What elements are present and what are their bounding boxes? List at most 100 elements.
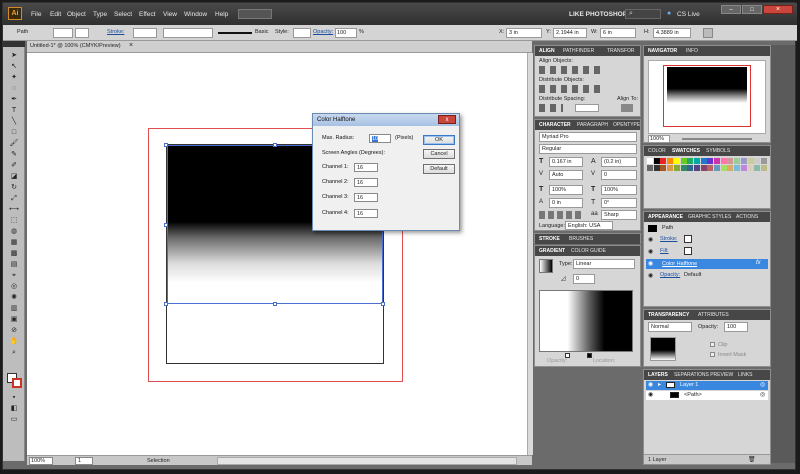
vertical-scale-field[interactable]: 100% — [549, 185, 583, 195]
close-tab-icon[interactable]: × — [129, 42, 133, 49]
swatch-grid[interactable] — [647, 158, 769, 200]
gradient-stop-right[interactable] — [587, 353, 592, 358]
color-swatch[interactable] — [673, 158, 680, 164]
paintbrush-icon[interactable]: 🖌 — [8, 139, 20, 149]
channel-4-input[interactable]: 16 — [354, 209, 378, 218]
rectangle-tool-icon[interactable]: □ — [8, 128, 20, 138]
tab-graphic-styles[interactable]: GRAPHIC STYLES — [688, 214, 731, 220]
tab-align[interactable]: ALIGN — [539, 48, 555, 54]
horizontal-scrollbar[interactable] — [217, 457, 517, 465]
character-rotation-field[interactable]: 0° — [601, 198, 637, 208]
type-tool-icon[interactable]: T — [8, 106, 20, 116]
color-swatch[interactable] — [680, 165, 687, 171]
selection-handle[interactable] — [381, 302, 385, 306]
line-tool-icon[interactable]: ╲ — [8, 117, 20, 127]
column-graph-icon[interactable]: ▥ — [8, 304, 20, 314]
color-swatch[interactable] — [700, 158, 707, 164]
baseline-shift-field[interactable]: 0 in — [549, 198, 583, 208]
menu-file[interactable]: File — [31, 11, 41, 18]
color-swatch[interactable] — [647, 158, 653, 164]
layer-name[interactable]: Layer 1 — [680, 382, 698, 388]
status-text[interactable]: Selection — [147, 458, 170, 464]
cs-live-button[interactable]: CS Live — [677, 11, 700, 18]
menu-object[interactable]: Object — [67, 11, 86, 18]
gradient-slider[interactable] — [539, 290, 633, 352]
variable-width-field[interactable] — [163, 28, 213, 38]
zoom-tool-icon[interactable]: ⌕ — [8, 348, 20, 358]
channel-1-input[interactable]: 16 — [354, 163, 378, 172]
gradient-preview[interactable] — [539, 259, 553, 273]
stroke-swatch[interactable] — [75, 28, 89, 38]
tab-symbols[interactable]: SYMBOLS — [706, 148, 730, 154]
tab-color-guide[interactable]: COLOR GUIDE — [571, 248, 606, 254]
gradient-angle-field[interactable]: 0 — [573, 274, 595, 284]
transform-icon[interactable] — [703, 28, 713, 38]
artboard-number-field[interactable]: 1 — [75, 457, 93, 465]
tab-color[interactable]: COLOR — [648, 148, 666, 154]
y-field[interactable]: 2.1944 in — [553, 28, 587, 38]
tab-brushes[interactable]: BRUSHES — [569, 236, 593, 242]
target-icon[interactable]: ◎ — [760, 381, 765, 388]
color-swatch[interactable] — [667, 158, 674, 164]
language-select[interactable]: English: USA — [565, 221, 613, 230]
pencil-icon[interactable]: ✎ — [8, 150, 20, 160]
font-size-field[interactable]: 0.167 in — [549, 157, 583, 167]
navigator-zoom-field[interactable]: 100% — [648, 135, 670, 143]
symbol-sprayer-icon[interactable]: ✺ — [8, 293, 20, 303]
gradient-type-select[interactable]: Linear — [573, 259, 635, 269]
selection-handle[interactable] — [164, 143, 168, 147]
color-swatch[interactable] — [747, 158, 754, 164]
color-swatch[interactable] — [714, 158, 720, 164]
shape-builder-icon[interactable]: ◍ — [8, 227, 20, 237]
tab-paragraph[interactable]: PARAGRAPH — [577, 122, 608, 128]
menu-type[interactable]: Type — [93, 11, 107, 18]
color-swatch[interactable] — [653, 165, 660, 171]
blend-mode-select[interactable]: Normal — [648, 322, 692, 332]
tab-stroke[interactable]: STROKE — [539, 236, 560, 242]
menu-edit[interactable]: Edit — [50, 11, 61, 18]
screen-mode-icon[interactable]: ▭ — [8, 415, 20, 425]
direct-selection-tool-icon[interactable]: ↖ — [8, 62, 20, 72]
color-swatch[interactable] — [653, 158, 660, 164]
color-swatch[interactable] — [747, 165, 754, 171]
search-box[interactable]: ⌕ — [625, 9, 661, 19]
selection-handle[interactable] — [164, 302, 168, 306]
kerning-field[interactable]: Auto — [549, 170, 583, 180]
color-swatch[interactable] — [673, 165, 680, 171]
draw-mode-icon[interactable]: ◧ — [8, 404, 20, 414]
rotate-tool-icon[interactable]: ↻ — [8, 183, 20, 193]
align-objects-buttons[interactable] — [539, 66, 605, 74]
slice-tool-icon[interactable]: ⊘ — [8, 326, 20, 336]
anti-alias-select[interactable]: Sharp — [601, 210, 637, 220]
stroke-weight-field[interactable] — [133, 28, 157, 38]
color-swatch[interactable] — [660, 165, 667, 171]
fill-swatch[interactable] — [684, 247, 692, 255]
color-swatch[interactable] — [680, 158, 687, 164]
color-swatch[interactable] — [754, 165, 761, 171]
align-to-button[interactable] — [621, 104, 633, 112]
artboard-tool-icon[interactable]: ▣ — [8, 315, 20, 325]
cancel-button[interactable]: Cancel — [423, 149, 455, 159]
x-field[interactable]: 3 in — [506, 28, 542, 38]
eye-icon[interactable]: ◉ — [648, 381, 653, 388]
selection-handle[interactable] — [273, 302, 277, 306]
color-swatch[interactable] — [714, 165, 720, 171]
color-swatch[interactable] — [720, 158, 727, 164]
tab-opentype[interactable]: OPENTYPE — [613, 122, 640, 128]
color-swatch[interactable] — [647, 165, 653, 171]
tab-navigator[interactable]: NAVIGATOR — [648, 48, 677, 54]
menu-select[interactable]: Select — [114, 11, 132, 18]
distribute-spacing-buttons[interactable] — [539, 104, 563, 112]
layer-row[interactable]: ◉ ▸ Layer 1 ◎ — [646, 381, 768, 390]
blob-brush-icon[interactable]: ✐ — [8, 161, 20, 171]
stroke-none-swatch[interactable] — [684, 235, 692, 243]
appearance-effect-row[interactable]: ◉ Color Halftone fx — [646, 259, 768, 269]
ok-button[interactable]: OK — [423, 135, 455, 145]
width-tool-icon[interactable]: ⟷ — [8, 205, 20, 215]
tab-character[interactable]: CHARACTER — [539, 122, 571, 128]
color-swatch[interactable] — [740, 165, 747, 171]
selection-handle[interactable] — [164, 223, 168, 227]
text-style-buttons[interactable] — [539, 211, 583, 219]
stroke-color-icon[interactable] — [12, 378, 22, 388]
color-swatch[interactable] — [707, 165, 714, 171]
